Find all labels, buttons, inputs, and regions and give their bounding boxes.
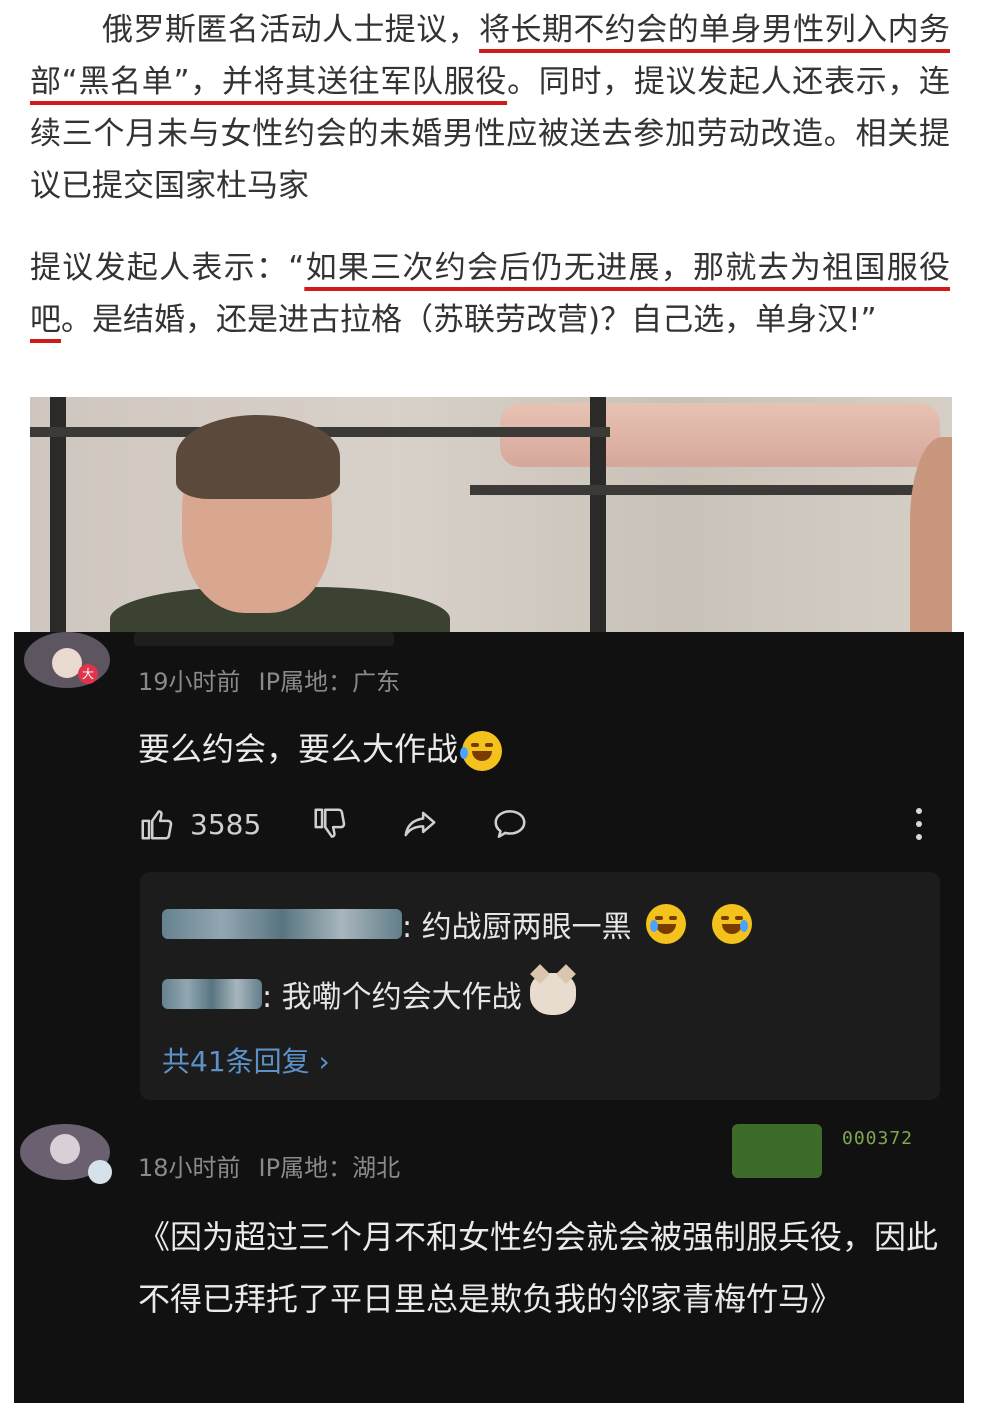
second-person	[910, 437, 952, 637]
article-paragraph-2: 提议发起人表示：“如果三次约会后仍无进展，那就去为祖国服役吧。是结婚，还是进古拉…	[30, 242, 950, 346]
reply-text: : 约战厨两眼一黑	[402, 910, 632, 945]
reply-item: : 约战厨两眼一黑	[162, 902, 752, 946]
comment-ip: IP属地：湖北	[258, 1154, 401, 1182]
avatar[interactable]	[24, 632, 110, 688]
comment-text-content: 要么约会，要么大作战	[138, 730, 459, 768]
reply-item: : 我嘞个约会大作战	[162, 972, 576, 1016]
comment-meta: 18小时前 IP属地：湖北	[138, 1148, 400, 1183]
comment-time: 19小时前	[138, 668, 241, 696]
dog-emoji-icon	[529, 973, 576, 1015]
comment-time: 18小时前	[138, 1154, 241, 1182]
like-button[interactable]: 3585	[138, 805, 261, 843]
sticker-number: 000372	[842, 1128, 914, 1149]
paragraph-2-lead: 提议发起人表示：“	[30, 250, 305, 286]
comment-meta: 19小时前 IP属地：广东	[138, 662, 400, 697]
news-article: 俄罗斯匿名活动人士提议，将长期不约会的单身男性列入内务部“黑名单”，并将其送往军…	[0, 0, 982, 640]
thumbs-up-icon	[141, 810, 173, 840]
comment-text: 要么约会，要么大作战	[138, 718, 503, 780]
cropped-username	[134, 632, 394, 646]
comment-ip: IP属地：广东	[258, 668, 401, 696]
soldier-hair	[176, 415, 340, 499]
sticker-image	[732, 1124, 822, 1178]
comment-actions: 3585	[138, 804, 529, 844]
reply-text: : 我嘞个约会大作战	[262, 980, 522, 1015]
paragraph-1-lead: 俄罗斯匿名活动人士提议，	[102, 12, 480, 48]
crying-emoji-icon	[645, 904, 686, 944]
comment-section: 大 19小时前 IP属地：广东 要么约会，要么大作战 3585 : 约战厨两眼一黑	[14, 632, 964, 1403]
dislike-button[interactable]	[311, 805, 349, 843]
rofl-emoji-icon	[460, 731, 503, 771]
share-button[interactable]	[401, 805, 439, 843]
share-icon	[404, 811, 436, 837]
more-options-icon[interactable]	[913, 808, 925, 844]
bunk-rail	[470, 485, 940, 495]
video-frame[interactable]	[30, 397, 952, 637]
paragraph-2-rest: 。是结婚，还是进古拉格（苏联劳改营)？自己选，单身汉!”	[61, 302, 877, 338]
level-badge: 大	[78, 664, 98, 684]
comment-bubble-icon	[494, 810, 526, 838]
blurred-username	[162, 909, 402, 939]
comment-text: 《因为超过三个月不和女性约会就会被强制服兵役，因此不得已拜托了平日里总是欺负我的…	[138, 1218, 939, 1318]
verified-badge-icon	[88, 1160, 112, 1184]
view-all-replies-link[interactable]: 共41条回复 ›	[162, 1040, 330, 1080]
thumbs-down-icon	[314, 808, 346, 838]
reply-button[interactable]	[491, 805, 529, 843]
reply-preview[interactable]: : 约战厨两眼一黑 : 我嘞个约会大作战 共41条回复 ›	[140, 872, 940, 1100]
article-paragraph-1: 俄罗斯匿名活动人士提议，将长期不约会的单身男性列入内务部“黑名单”，并将其送往军…	[30, 4, 950, 212]
avatar-figure	[50, 1134, 80, 1164]
blurred-username	[162, 979, 262, 1009]
like-count: 3585	[190, 807, 262, 841]
crying-emoji-icon	[711, 904, 752, 944]
